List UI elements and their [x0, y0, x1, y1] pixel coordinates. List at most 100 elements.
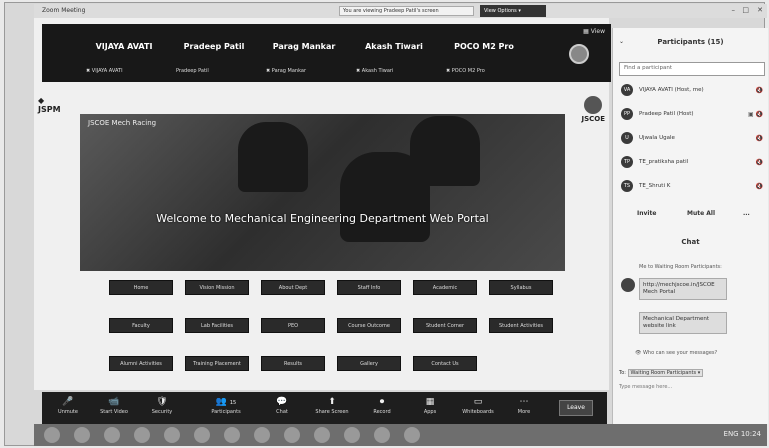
security-button[interactable]: 🛡 Security [140, 395, 184, 415]
jspm-logo: ◆ JSPM [38, 96, 61, 114]
video-tile[interactable]: POCO M2 Pro ✖ POCO M2 Pro [442, 24, 526, 82]
nav-button[interactable]: Alumni Activities [109, 356, 173, 371]
participant-row[interactable]: VA VIJAYA AVATI (Host, me) 🔇 [619, 82, 767, 100]
chevron-down-icon: ▾ [518, 8, 521, 14]
avatar: VA [621, 84, 633, 96]
unmute-button[interactable]: 🎤 Unmute [46, 395, 90, 415]
zoom-icon[interactable] [344, 427, 360, 443]
strip-view-button[interactable]: ▦ View [583, 28, 605, 35]
avatar: TP [621, 156, 633, 168]
participant-row[interactable]: U Ujwala Ugale 🔇 [619, 130, 767, 148]
nav-button[interactable]: About Dept [261, 280, 325, 295]
participant-search-input[interactable]: Find a participant [619, 62, 765, 76]
start-icon[interactable] [44, 427, 60, 443]
browser-icon[interactable] [404, 427, 420, 443]
system-tray: ENG 10:24 [723, 430, 761, 438]
word-icon[interactable] [284, 427, 300, 443]
who-can-see-link[interactable]: 👁 Who can see your messages? [635, 350, 717, 356]
tile-name: VIJAYA AVATI [95, 42, 153, 51]
recipient-select[interactable]: Waiting Room Participants ▾ [627, 369, 704, 377]
nav-button[interactable]: Home [109, 280, 173, 295]
chat-bubble-icon: 💬 [276, 397, 288, 407]
nav-button[interactable]: Academic [413, 280, 477, 295]
nav-button[interactable]: Lab Facilities [185, 318, 249, 333]
kart-image [410, 116, 480, 186]
avatar: PP [621, 108, 633, 120]
nav-button[interactable]: Course Outcome [337, 318, 401, 333]
participant-name: VIJAYA AVATI (Host, me) [639, 87, 704, 93]
mute-all-button[interactable]: Mute All [687, 210, 715, 217]
nav-button[interactable]: Vision Mission [185, 280, 249, 295]
video-tile[interactable]: Parag Mankar ✖ Parag Mankar [262, 24, 346, 82]
whiteboard-icon: ▭ [473, 397, 483, 407]
nav-button[interactable]: Staff Info [337, 280, 401, 295]
chrome-icon[interactable] [134, 427, 150, 443]
tile-name: Parag Mankar [272, 42, 336, 51]
invite-button[interactable]: Invite [637, 210, 656, 217]
nav-button[interactable]: Contact Us [413, 356, 477, 371]
apps-grid-icon: ▦ [425, 397, 435, 407]
nav-button[interactable]: Results [261, 356, 325, 371]
more-button[interactable]: ⋯ More [502, 395, 546, 415]
nav-button[interactable]: Training Placement [185, 356, 249, 371]
maximize-icon[interactable]: □ [742, 6, 749, 14]
video-tile[interactable]: VIJAYA AVATI ✖ VIJAYA AVATI [82, 24, 166, 82]
video-camera-icon: 📹 [108, 397, 120, 407]
welcome-text: Welcome to Mechanical Engineering Depart… [156, 212, 489, 225]
close-icon[interactable]: ✕ [757, 6, 763, 14]
mail-icon[interactable] [194, 427, 210, 443]
jscoe-logo: JSCOE [581, 96, 605, 123]
mic-muted-icon: 🔇 [755, 159, 763, 166]
tile-subname: Pradeep Patil [176, 68, 209, 74]
tile-name: Akash Tiwari [365, 42, 423, 51]
nav-button[interactable]: Student Activities [489, 318, 553, 333]
start-video-button[interactable]: 📹 Start Video [92, 395, 136, 415]
minimize-icon[interactable]: – [732, 6, 736, 14]
leave-button[interactable]: Leave [559, 400, 593, 416]
chat-title: Chat [681, 238, 700, 246]
viewing-info-banner: You are viewing Pradeep Patil's screen [339, 6, 474, 16]
window-title-bar: Zoom Meeting You are viewing Pradeep Pat… [34, 4, 767, 18]
settings-icon[interactable] [254, 427, 270, 443]
share-arrow-icon: ⬆ [328, 397, 336, 407]
seal-icon [584, 96, 603, 114]
chat-message-input[interactable]: Type message here... [619, 384, 765, 390]
camera-icon[interactable] [374, 427, 390, 443]
apps-button[interactable]: ▦ Apps [408, 395, 452, 415]
view-options-button[interactable]: View Options ▾ [480, 5, 546, 17]
photos-icon[interactable] [224, 427, 240, 443]
shared-screen-view: VIJAYA AVATI ✖ VIJAYA AVATI Pradeep Pati… [34, 18, 611, 390]
more-options-button[interactable]: ... [743, 210, 750, 217]
task-view-icon[interactable] [104, 427, 120, 443]
participant-row[interactable]: TP TE_pratiksha patil 🔇 [619, 154, 767, 172]
nav-button[interactable]: Student Corner [413, 318, 477, 333]
nav-button[interactable]: Faculty [109, 318, 173, 333]
whiteboards-button[interactable]: ▭ Whiteboards [456, 395, 500, 415]
participant-name: TE_pratiksha patil [639, 159, 689, 165]
participant-row[interactable]: PP Pradeep Patil (Host) ▣ 🔇 [619, 106, 767, 124]
banner-brand: JSCOE Mech Racing [88, 119, 157, 127]
record-button[interactable]: ⏺ Record [360, 395, 404, 415]
participants-chat-panel: ⌄ Participants (15) Find a participant V… [612, 28, 768, 424]
powerpoint-icon[interactable] [314, 427, 330, 443]
video-tile[interactable]: Akash Tiwari ✖ Akash Tiwari [352, 24, 436, 82]
participants-button[interactable]: 👥 15 Participants [200, 395, 252, 415]
video-tile[interactable]: Pradeep Patil Pradeep Patil [172, 24, 256, 82]
chat-button[interactable]: 💬 Chat [260, 395, 304, 415]
kart-image [238, 122, 308, 192]
participant-row[interactable]: TS TE_Shruti K 🔇 [619, 178, 767, 196]
mic-muted-icon: 🔇 [755, 135, 763, 142]
avatar: TS [621, 180, 633, 192]
view-options-label: View Options [484, 8, 517, 14]
share-screen-button[interactable]: ⬆ Share Screen [310, 395, 354, 415]
participant-name: TE_Shruti K [639, 183, 671, 189]
nav-button[interactable]: Gallery [337, 356, 401, 371]
nav-button[interactable]: PEO [261, 318, 325, 333]
shield-icon: 🛡 [156, 397, 168, 407]
avatar [621, 278, 635, 292]
chat-message[interactable]: http://mechjscoe.in/JSCOE Mech Portal [639, 278, 727, 300]
search-icon[interactable] [74, 427, 90, 443]
folder-icon[interactable] [164, 427, 180, 443]
nav-button[interactable]: Syllabus [489, 280, 553, 295]
tile-name: Pradeep Patil [183, 42, 245, 51]
